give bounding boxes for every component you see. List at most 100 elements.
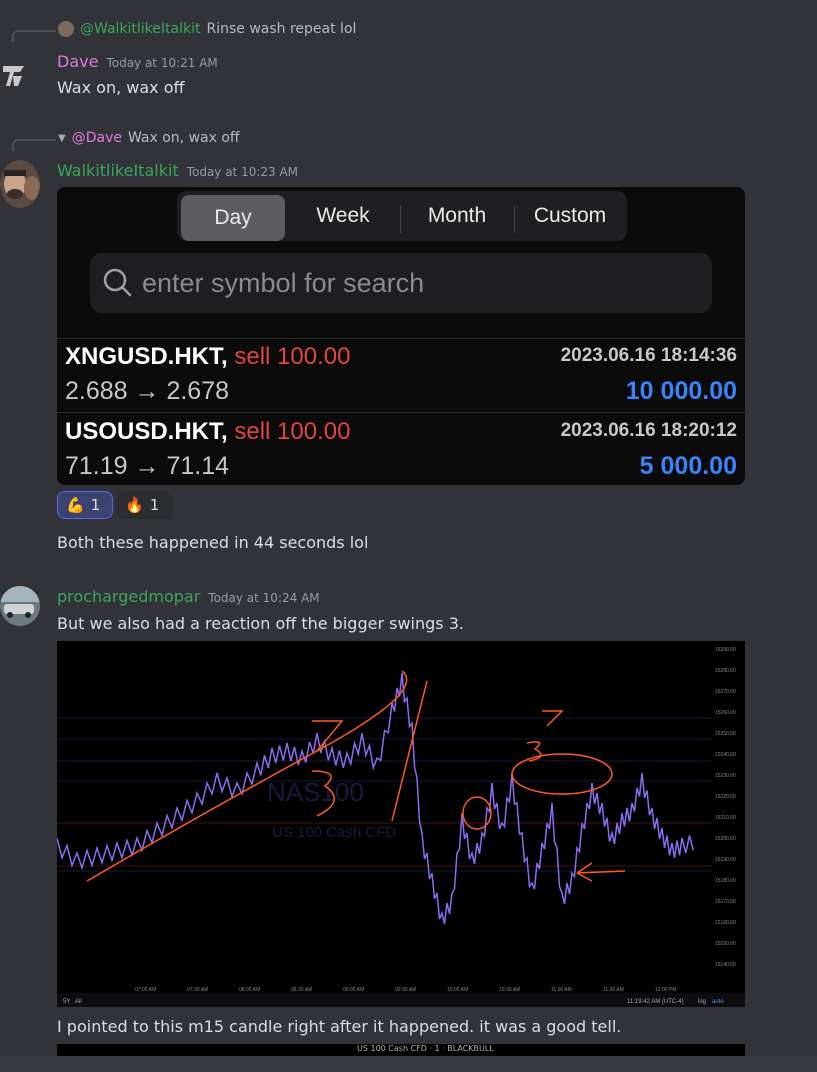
reaction-count: 1 [149, 496, 160, 514]
range-all: All [75, 999, 82, 1005]
price-line [57, 672, 695, 925]
reply-preview[interactable]: @WalkitlikeItalkit Rinse wash repeat lol [58, 21, 356, 37]
tab-day[interactable]: Day [181, 195, 285, 241]
flexed-biceps-icon: 💪 [66, 496, 85, 514]
handwritten-circle [511, 753, 613, 795]
price-tick-label: 15180.00 [715, 878, 736, 884]
search-icon [103, 268, 132, 297]
chart-watermark-symbol: NAS100 [267, 777, 364, 807]
price-tick-label: 15200.00 [715, 836, 736, 842]
reply-text: Wax on, wax off [127, 130, 240, 146]
divider [57, 412, 745, 413]
trade-side: sell 100.00 [234, 418, 351, 445]
time-tick-label: 12:00 PM [655, 987, 676, 993]
trade-prices: 71.19 → 71.14 [65, 452, 230, 480]
reply-connector [12, 30, 56, 42]
price-axis: 15290.00 15280.00 15270.00 15260.00 15250.00… [715, 647, 736, 968]
reply-preview[interactable]: ▼ @Dave Wax on, wax off [58, 130, 240, 146]
price-tick-label: 15170.00 [715, 899, 736, 905]
reaction-flexed-biceps[interactable]: 💪 1 [57, 491, 113, 519]
handwritten-7 [542, 710, 564, 727]
price-tick-label: 15140.00 [715, 962, 736, 968]
timestamp[interactable]: Today at 10:23 AM [187, 165, 298, 179]
time-tick-label: 11:30 AM [603, 987, 624, 993]
avatar[interactable] [0, 160, 40, 208]
price-tick-label: 15280.00 [715, 668, 736, 674]
time-tick-label: 11:00 AM [551, 987, 572, 993]
price-tick-label: 15160.00 [715, 920, 736, 926]
time-tick-label: 10:00 AM [447, 987, 468, 993]
timestamp[interactable]: Today at 10:21 AM [106, 56, 217, 70]
chart-horizontal-lines [57, 717, 712, 872]
message-header: WalkitlikeItalkit Today at 10:23 AM [57, 161, 298, 180]
trade-amount: 10 000.00 [625, 377, 737, 405]
range-5y: 5Y [63, 999, 70, 1005]
message-header: prochargedmopar Today at 10:24 AM [57, 587, 320, 606]
trade-symbol: USOUSD.HKT, [65, 418, 228, 445]
trade-datetime: 2023.06.16 18:14:36 [560, 345, 737, 366]
timestamp[interactable]: Today at 10:24 AM [208, 591, 319, 605]
price-tick-label: 15190.00 [715, 857, 736, 863]
user-photo-icon [0, 160, 40, 208]
author-name[interactable]: Dave [57, 52, 98, 71]
tab-week[interactable]: Week [287, 191, 399, 241]
trade-row-2-symbol: USOUSD.HKT, sell 100.00 [65, 418, 350, 446]
author-name[interactable]: WalkitlikeItalkit [57, 161, 179, 180]
tab-custom[interactable]: Custom [515, 191, 625, 241]
avatar[interactable] [0, 586, 40, 626]
message-content: Wax on, wax off [57, 78, 185, 97]
author-name[interactable]: prochargedmopar [57, 587, 200, 606]
time-tick-label: 07:00 AM [135, 987, 156, 993]
price-tick-label: 15270.00 [715, 689, 736, 695]
car-photo-icon [0, 586, 40, 626]
price-chart-drawing: NAS100 US 100 Cash CFD 15290.0015280.001… [57, 647, 745, 1007]
trade-row-1-symbol: XNGUSD.HKT, sell 100.00 [65, 343, 350, 371]
trade-side: sell 100.00 [234, 343, 351, 370]
trade-amount: 5 000.00 [639, 452, 737, 480]
price-tick-label: 15260.00 [715, 710, 736, 716]
period-segmented-control: Day Week Month Custom [177, 191, 627, 241]
reaction-count: 1 [90, 496, 101, 514]
time-tick-label: 09:00 AM [343, 987, 364, 993]
message-input-area[interactable] [0, 1056, 817, 1072]
reply-mention[interactable]: @Dave [72, 130, 122, 146]
trade-history-image[interactable]: Day Week Month Custom enter symbol for s… [57, 187, 745, 485]
reply-mention[interactable]: @WalkitlikeItalkit [80, 21, 200, 37]
message-header: Dave Today at 10:21 AM [57, 52, 218, 71]
reply-connector [12, 139, 56, 151]
reply-avatar [58, 21, 74, 37]
chart-watermark-name: US 100 Cash CFD [272, 824, 396, 841]
time-tick-label: 08:30 AM [291, 987, 312, 993]
time-tick-label: 08:00 AM [239, 987, 260, 993]
chart-screenshot-image[interactable]: NAS100 US 100 Cash CFD 15290.00 15280.00 1… [57, 641, 745, 1007]
divider [57, 338, 745, 339]
trade-symbol: XNGUSD.HKT, [65, 343, 228, 370]
price-tick-label: 15220.00 [715, 794, 736, 800]
footer-time: 11:19:42 AM (UTC-4) [627, 999, 684, 1005]
footer-log: log [698, 999, 706, 1005]
reaction-fire[interactable]: 🔥 1 [117, 491, 173, 519]
reply-avatar-icon: ▼ [58, 132, 66, 144]
trade-prices: 2.688 → 2.678 [65, 377, 230, 405]
price-tick-label: 15250.00 [715, 731, 736, 737]
fire-icon: 🔥 [125, 496, 144, 514]
time-tick-label: 10:30 AM [499, 987, 520, 993]
message-content: But we also had a reaction off the bigge… [57, 614, 464, 633]
price-tick-label: 15240.00 [715, 752, 736, 758]
dave-logo-icon [3, 66, 24, 86]
chart-title: US 100 Cash CFD · 1 · BLACKBULL [357, 1044, 494, 1053]
search-placeholder: enter symbol for search [142, 268, 425, 298]
trade-datetime: 2023.06.16 18:20:12 [560, 420, 737, 441]
price-tick-label: 15230.00 [715, 773, 736, 779]
reply-text: Rinse wash repeat lol [206, 21, 357, 37]
tab-month[interactable]: Month [401, 191, 513, 241]
trendline-annotation [391, 680, 428, 822]
footer-auto: auto [712, 999, 724, 1005]
time-tick-label: 09:30 AM [395, 987, 416, 993]
price-tick-label: 15150.00 [715, 941, 736, 947]
symbol-search-input[interactable]: enter symbol for search [90, 253, 712, 313]
time-tick-label: 07:30 AM [187, 987, 208, 993]
avatar[interactable] [0, 56, 28, 92]
price-tick-label: 15290.00 [715, 647, 736, 653]
time-axis: 07:00 AM 07:30 AM 08:00 AM 08:30 AM 09:00 AM… [135, 987, 676, 993]
